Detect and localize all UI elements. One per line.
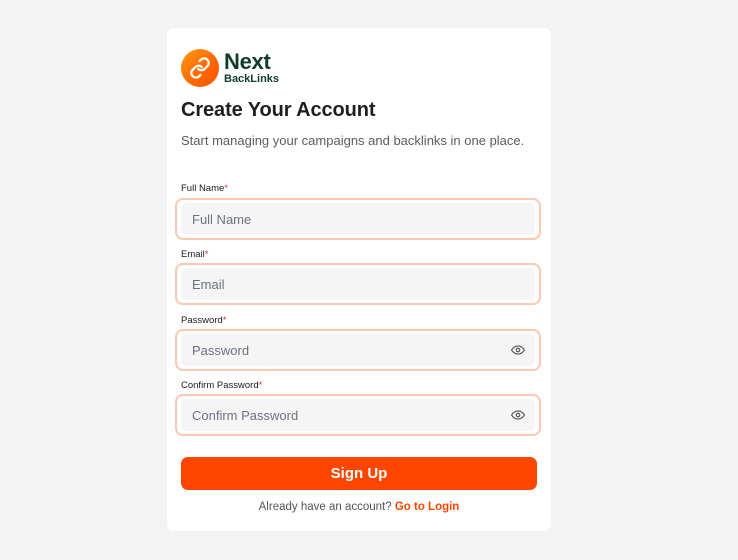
full-name-field-bg	[181, 203, 535, 235]
confirm-password-field-bg	[181, 399, 535, 431]
sign-up-button[interactable]: Sign Up	[181, 457, 537, 490]
required-marker: *	[204, 249, 209, 260]
confirm-password-input[interactable]	[181, 399, 535, 431]
brand-subname: BackLinks	[224, 73, 280, 85]
link-icon	[181, 49, 219, 87]
email-input[interactable]	[181, 268, 535, 300]
password-field-wrapper	[175, 329, 541, 371]
confirm-password-label: Confirm Password*	[181, 380, 263, 391]
required-marker: *	[224, 183, 228, 194]
required-marker: *	[258, 380, 263, 391]
full-name-label: Full Name*	[181, 183, 228, 194]
go-to-login-link[interactable]: Go to Login	[395, 501, 460, 513]
login-prompt: Already have an account? Go to Login	[167, 501, 551, 513]
password-field-bg	[181, 334, 535, 366]
brand-name: Next	[224, 49, 271, 74]
eye-icon[interactable]	[511, 410, 525, 420]
email-label: Email*	[181, 249, 209, 260]
brand-wordmark: Next BackLinks	[224, 51, 279, 85]
email-field-wrapper	[175, 263, 541, 305]
required-marker: *	[222, 315, 227, 326]
brand-logo: Next BackLinks	[181, 49, 279, 87]
password-label: Password*	[181, 315, 227, 326]
page-subtitle: Start managing your campaigns and backli…	[181, 133, 525, 148]
login-prompt-text: Already have an account?	[258, 501, 392, 513]
full-name-field-wrapper	[175, 198, 541, 240]
password-input[interactable]	[181, 334, 535, 366]
confirm-password-field-wrapper	[175, 394, 541, 436]
email-field-bg	[181, 268, 535, 300]
signup-card: Next BackLinks Create Your Account Start…	[167, 28, 551, 531]
eye-icon[interactable]	[511, 345, 525, 355]
page-title: Create Your Account	[181, 99, 376, 121]
full-name-input[interactable]	[181, 203, 535, 235]
